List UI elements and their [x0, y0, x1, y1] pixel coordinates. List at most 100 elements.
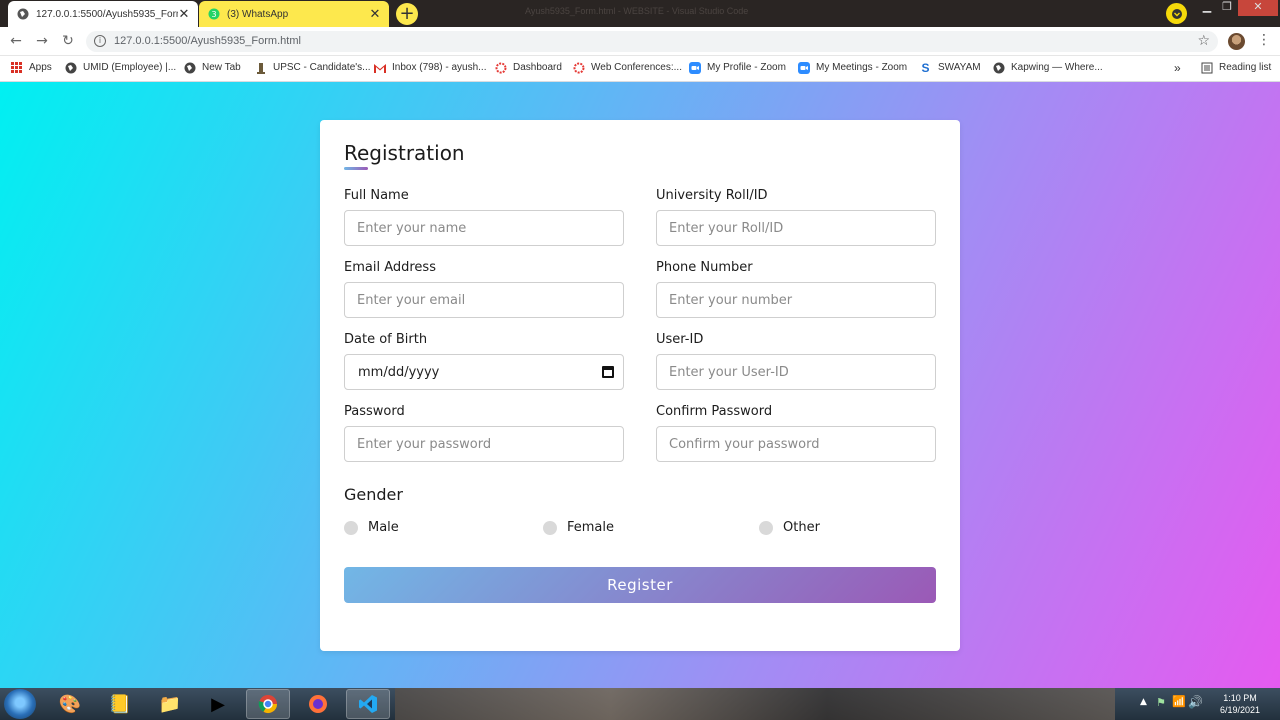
window-close-button[interactable]: ✕: [1238, 0, 1278, 16]
password-label: Password: [344, 404, 405, 419]
radio-button[interactable]: [759, 520, 773, 535]
password-field: Password: [344, 404, 624, 462]
gender-option-label: Male: [368, 520, 399, 535]
bookmark-label: Dashboard: [513, 62, 562, 73]
back-arrow-icon[interactable]: ←: [8, 33, 24, 49]
profile-avatar[interactable]: [1228, 33, 1245, 50]
confirm-password-label: Confirm Password: [656, 404, 773, 419]
bookmark-dashboard[interactable]: Dashboard: [494, 61, 562, 74]
bookmark-web-conferences[interactable]: Web Conferences:...: [572, 61, 682, 74]
tab-form[interactable]: 127.0.0.1:5500/Ayush5935_Form. ✕: [8, 1, 198, 27]
emblem-icon: [254, 61, 267, 74]
close-icon[interactable]: ✕: [178, 6, 190, 22]
title-underline: [344, 167, 368, 170]
bookmark-label: Inbox (798) - ayush...: [392, 62, 487, 73]
email-field: Email Address: [344, 260, 624, 318]
chevron-down-icon[interactable]: [1166, 3, 1187, 24]
bookmark-label: UMID (Employee) |...: [83, 62, 177, 73]
taskbar: 🎨 📒 📁 ▶ ▲ ⚑ 📶 🔊 1:10 PM 6/19/2021: [0, 688, 1280, 720]
address-bar[interactable]: i 127.0.0.1:5500/Ayush5935_Form.html ☆: [86, 31, 1218, 52]
calendar-icon[interactable]: [602, 366, 614, 378]
clock-time: 1:10 PM: [1223, 693, 1257, 703]
bookmark-reading-list[interactable]: Reading list: [1200, 61, 1271, 74]
firefox-icon[interactable]: [296, 689, 340, 719]
zoom-icon: [797, 61, 810, 74]
globe-icon: [64, 61, 77, 74]
bookmark-umid[interactable]: UMID (Employee) |...: [64, 61, 176, 74]
confirm-password-input[interactable]: [656, 426, 936, 462]
radio-button[interactable]: [543, 520, 557, 535]
close-icon[interactable]: ✕: [369, 6, 381, 22]
toolbar: ← → ↻ i 127.0.0.1:5500/Ayush5935_Form.ht…: [0, 27, 1280, 56]
form-title: Registration: [344, 141, 465, 165]
star-icon[interactable]: ☆: [1197, 33, 1210, 49]
media-player-icon[interactable]: ▶: [196, 689, 240, 719]
bookmark-apps[interactable]: Apps: [10, 61, 52, 74]
notepad-icon[interactable]: 📒: [98, 689, 142, 719]
dob-label: Date of Birth: [344, 332, 428, 347]
bookmark-label: New Tab: [202, 62, 241, 73]
bookmark-zoom-meetings[interactable]: My Meetings - Zoom: [797, 61, 907, 74]
page-background: Registration Full Name University Roll/I…: [0, 82, 1280, 688]
clock[interactable]: 1:10 PM 6/19/2021: [1220, 692, 1260, 716]
phone-field: Phone Number: [656, 260, 936, 318]
start-button[interactable]: [4, 689, 36, 719]
menu-icon[interactable]: ⋮: [1257, 32, 1271, 48]
signal-icon[interactable]: 📶: [1172, 695, 1186, 708]
vscode-icon[interactable]: [346, 689, 390, 719]
confirm-password-field: Confirm Password: [656, 404, 936, 462]
more-bookmarks-icon[interactable]: »: [1174, 61, 1181, 75]
bookmark-label: Reading list: [1219, 62, 1272, 73]
gender-title: Gender: [344, 485, 403, 504]
bookmark-kapwing[interactable]: Kapwing — Where...: [992, 61, 1103, 74]
volume-icon[interactable]: 🔊: [1188, 695, 1203, 709]
user-id-input[interactable]: [656, 354, 936, 390]
radio-button[interactable]: [344, 520, 358, 535]
gender-option-male[interactable]: Male: [344, 520, 399, 535]
phone-input[interactable]: [656, 282, 936, 318]
show-hidden-icons-icon[interactable]: ▲: [1140, 697, 1147, 707]
minimize-button[interactable]: ▁: [1198, 0, 1216, 16]
bookmark-label: My Meetings - Zoom: [816, 62, 908, 73]
bookmark-new-tab[interactable]: New Tab: [183, 61, 241, 74]
paint-icon[interactable]: 🎨: [48, 689, 92, 719]
tab-label: (3) WhatsApp: [227, 8, 289, 20]
info-icon[interactable]: i: [94, 35, 106, 47]
bookmark-label: Web Conferences:...: [591, 62, 682, 73]
reading-list-icon: [1200, 61, 1213, 74]
register-button[interactable]: Register: [344, 567, 936, 603]
forward-arrow-icon[interactable]: →: [34, 33, 50, 49]
gender-option-other[interactable]: Other: [759, 520, 820, 535]
phone-label: Phone Number: [656, 260, 753, 275]
bookmark-zoom-profile[interactable]: My Profile - Zoom: [688, 61, 786, 74]
bookmark-label: SWAYAM: [938, 62, 981, 73]
url-text: 127.0.0.1:5500/Ayush5935_Form.html: [114, 35, 301, 47]
network-flag-icon[interactable]: ⚑: [1156, 696, 1166, 709]
window-title: Ayush5935_Form.html - WEBSITE - Visual S…: [525, 6, 749, 16]
globe-icon: [992, 61, 1005, 74]
ring-icon: [572, 61, 585, 74]
restore-button[interactable]: ❐: [1218, 0, 1236, 16]
system-tray: ▲ ⚑ 📶 🔊 1:10 PM 6/19/2021: [1130, 688, 1280, 720]
email-input[interactable]: [344, 282, 624, 318]
bookmarks-bar: Apps UMID (Employee) |... New Tab UPSC -…: [0, 56, 1280, 82]
bookmark-swayam[interactable]: S SWAYAM: [919, 61, 981, 75]
file-explorer-icon[interactable]: 📁: [148, 689, 192, 719]
zoom-icon: [688, 61, 701, 74]
apps-grid-icon: [10, 61, 23, 74]
full-name-input[interactable]: [344, 210, 624, 246]
bookmark-upsc[interactable]: UPSC - Candidate's...: [254, 61, 371, 74]
tab-whatsapp[interactable]: 3 (3) WhatsApp ✕: [199, 1, 389, 27]
bookmark-label: UPSC - Candidate's...: [273, 62, 371, 73]
clock-date: 6/19/2021: [1219, 705, 1260, 715]
chrome-icon[interactable]: [246, 689, 290, 719]
reload-icon[interactable]: ↻: [60, 33, 76, 49]
ring-icon: [494, 61, 507, 74]
gender-option-female[interactable]: Female: [543, 520, 614, 535]
dob-input[interactable]: mm/dd/yyyy: [344, 354, 624, 390]
bookmark-label: My Profile - Zoom: [707, 62, 786, 73]
password-input[interactable]: [344, 426, 624, 462]
roll-id-input[interactable]: [656, 210, 936, 246]
new-tab-button[interactable]: +: [396, 3, 418, 25]
bookmark-inbox[interactable]: Inbox (798) - ayush...: [373, 61, 487, 74]
